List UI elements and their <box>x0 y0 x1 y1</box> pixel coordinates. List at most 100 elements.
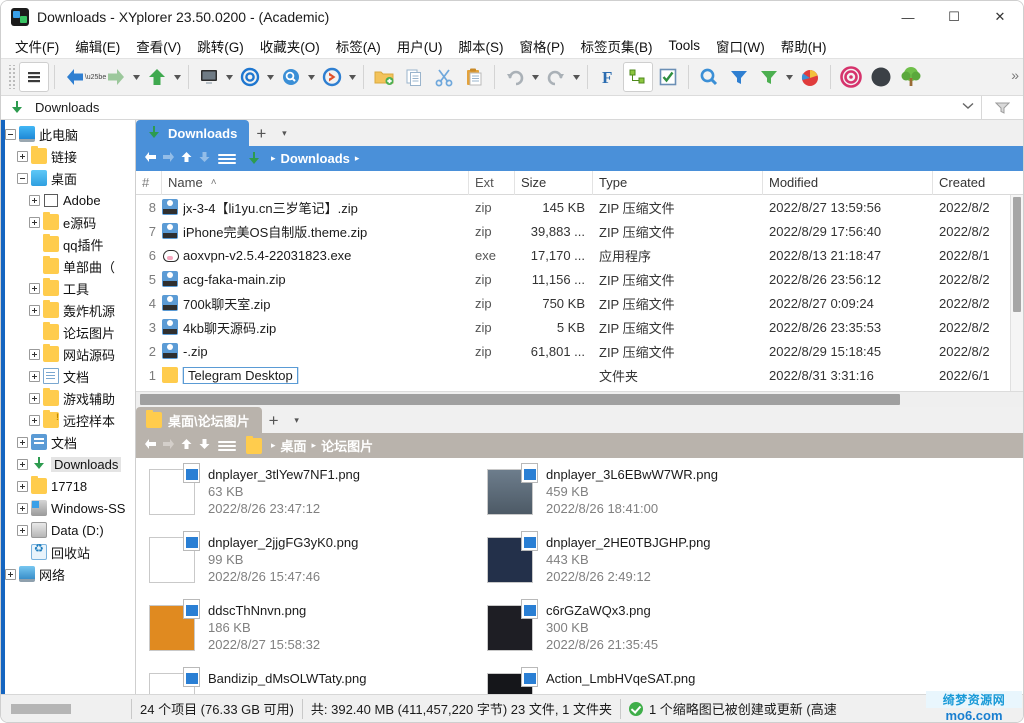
copy-icon[interactable] <box>399 62 429 92</box>
vertical-scrollbar[interactable] <box>1010 195 1023 391</box>
column-header-created[interactable]: Created <box>933 171 1023 195</box>
tree-node[interactable]: 工具 <box>1 277 135 299</box>
menu-item-edit[interactable]: 编辑(E) <box>67 34 128 58</box>
collapse-icon[interactable] <box>17 172 28 184</box>
menu-item-tabsets[interactable]: 标签页集(B) <box>573 34 661 58</box>
up-icon[interactable] <box>178 438 194 453</box>
redo-dropdown-icon[interactable] <box>571 62 582 92</box>
expand-icon[interactable] <box>17 458 28 470</box>
list-item[interactable]: dnplayer_3L6EBwW7WR.png 459 KB 2022/8/26 1… <box>480 463 818 532</box>
tree-node[interactable]: Downloads <box>1 453 135 475</box>
top-pane-file-list[interactable]: 8 jx-3-4【li1yu.cn三岁笔记】.zip zip 145 KB ZIP 压缩… <box>136 195 1023 391</box>
bottom-pane-thumbnail-view[interactable]: dnplayer_3tlYew7NF1.png 63 KB 2022/8/26 23… <box>136 458 1023 694</box>
new-tab-button[interactable]: + <box>249 122 273 146</box>
expand-icon[interactable] <box>29 370 40 382</box>
list-item[interactable]: Bandizip_dMsOLWTaty.png <box>142 667 480 694</box>
tree-node[interactable]: 此电脑 <box>1 123 135 145</box>
tree-node[interactable]: 单部曲（ <box>1 255 135 277</box>
format-icon[interactable]: F <box>593 62 623 92</box>
search-icon[interactable] <box>694 62 724 92</box>
up-dropdown-icon[interactable] <box>172 62 183 92</box>
tree-node[interactable]: 桌面 <box>1 167 135 189</box>
back-icon[interactable] <box>142 438 158 453</box>
maximize-button[interactable]: ☐ <box>931 1 977 33</box>
tree-node[interactable]: 回收站 <box>1 541 135 563</box>
table-row[interactable]: 8 jx-3-4【li1yu.cn三岁笔记】.zip zip 145 KB ZIP 压缩… <box>136 195 1023 219</box>
desktop-icon[interactable] <box>194 62 224 92</box>
tree-node[interactable]: Data (D:) <box>1 519 135 541</box>
undo-dropdown-icon[interactable] <box>530 62 541 92</box>
list-item[interactable]: c6rGZaWQx3.png 300 KB 2022/8/26 21:35:45 <box>480 599 818 668</box>
menu-item-panes[interactable]: 窗格(P) <box>512 34 573 58</box>
tree-node[interactable]: 文档 <box>1 365 135 387</box>
scrollbar-thumb[interactable] <box>1013 197 1021 312</box>
expand-icon[interactable] <box>29 304 40 316</box>
tab-list-dropdown-icon[interactable]: ▾ <box>286 407 308 433</box>
forward-icon[interactable] <box>160 151 176 166</box>
expand-icon[interactable] <box>17 150 28 162</box>
hamburger-icon[interactable] <box>218 440 236 451</box>
table-row[interactable]: 3 4kb聊天源码.zip zip 5 KB ZIP 压缩文件 2022/8/26 23:… <box>136 315 1023 339</box>
tree-node[interactable]: 论坛图片 <box>1 321 135 343</box>
column-header-size[interactable]: Size <box>515 170 593 195</box>
list-item[interactable]: dnplayer_2jjgFG3yK0.png 99 KB 2022/8/26 15… <box>142 531 480 600</box>
expand-icon[interactable] <box>29 216 40 228</box>
column-header-type[interactable]: Type <box>593 170 763 195</box>
tree-node[interactable]: e源码 <box>1 211 135 233</box>
back-icon[interactable] <box>142 151 158 166</box>
table-row[interactable]: 5 acg-faka-main.zip zip 11,156 ... ZIP 压缩文件 2… <box>136 267 1023 291</box>
scrollbar-thumb[interactable] <box>140 394 900 405</box>
toolbar-overflow-button[interactable]: » <box>1011 67 1019 83</box>
list-item[interactable]: ddscThNnvn.png 186 KB 2022/8/27 15:58:32 <box>142 599 480 668</box>
expand-icon[interactable] <box>17 436 28 448</box>
tree-node[interactable]: 链接 <box>1 145 135 167</box>
tree-node[interactable]: 17718 <box>1 475 135 497</box>
list-item[interactable]: dnplayer_2HE0TBJGHP.png 443 KB 2022/8/26 2… <box>480 531 818 600</box>
spiral-icon[interactable] <box>836 62 866 92</box>
list-item[interactable]: Action_LmbHVqeSAT.png <box>480 667 818 694</box>
file-name-edit-box[interactable]: Telegram Desktop <box>162 366 469 384</box>
filter-dropdown-icon[interactable] <box>784 62 795 92</box>
checkbox-select-icon[interactable] <box>653 62 683 92</box>
tree-node[interactable]: 网络 <box>1 563 135 585</box>
tab-forum-images[interactable]: 桌面\论坛图片 <box>136 407 262 433</box>
menu-item-file[interactable]: 文件(F) <box>7 34 67 58</box>
address-bar[interactable]: Downloads <box>1 95 1023 120</box>
menu-item-help[interactable]: 帮助(H) <box>773 34 835 58</box>
panes-toggle-icon[interactable] <box>19 62 49 92</box>
redo-icon[interactable] <box>541 62 571 92</box>
breadcrumb-separator-end[interactable]: ▸ <box>355 153 360 164</box>
toolbar-grip[interactable] <box>7 65 17 89</box>
folder-tree-pane[interactable]: 此电脑 链接 桌面 Adobe e源码 qq插件 单部曲（ 工具 轰炸机源 论坛图片 网站源码 文档游… <box>1 120 136 694</box>
table-row[interactable]: 2 -.zip zip 61,801 ... ZIP 压缩文件 2022/8/29 15:… <box>136 339 1023 363</box>
up-icon[interactable] <box>178 151 194 166</box>
table-row[interactable]: 1 Telegram Desktop 文件夹 2022/8/31 3:31:16 202… <box>136 363 1023 387</box>
new-tab-button[interactable]: + <box>262 409 286 433</box>
branch-view-icon[interactable] <box>623 62 653 92</box>
breadcrumb-part-desktop[interactable]: 桌面 <box>281 436 307 455</box>
minimize-button[interactable]: — <box>885 1 931 33</box>
forward-icon[interactable] <box>160 438 176 453</box>
hamburger-icon[interactable] <box>218 153 236 164</box>
menu-item-scripting[interactable]: 脚本(S) <box>451 34 512 58</box>
filter-blue-icon[interactable] <box>724 62 754 92</box>
collapse-icon[interactable] <box>5 128 16 140</box>
list-item[interactable]: dnplayer_3tlYew7NF1.png 63 KB 2022/8/26 23… <box>142 463 480 532</box>
expand-icon[interactable] <box>17 480 28 492</box>
tree-node[interactable]: qq插件 <box>1 233 135 255</box>
report-pie-icon[interactable] <box>795 62 825 92</box>
column-header-ext[interactable]: Ext <box>469 170 515 195</box>
breadcrumb-part[interactable]: Downloads <box>281 151 350 166</box>
down-icon[interactable] <box>196 438 212 453</box>
horizontal-scrollbar[interactable] <box>136 391 1023 407</box>
target-dropdown-icon[interactable] <box>265 62 276 92</box>
column-header-modified[interactable]: Modified <box>763 170 933 195</box>
new-folder-icon[interactable] <box>369 62 399 92</box>
menu-item-tools[interactable]: Tools <box>661 36 709 55</box>
back-icon[interactable] <box>60 62 90 92</box>
expand-icon[interactable] <box>17 524 28 536</box>
back-dropdown-icon[interactable]: \u25be <box>85 62 106 92</box>
tree-node[interactable]: 远控样本 <box>1 409 135 431</box>
menu-item-go[interactable]: 跳转(G) <box>189 34 252 58</box>
expand-icon[interactable] <box>17 502 28 514</box>
